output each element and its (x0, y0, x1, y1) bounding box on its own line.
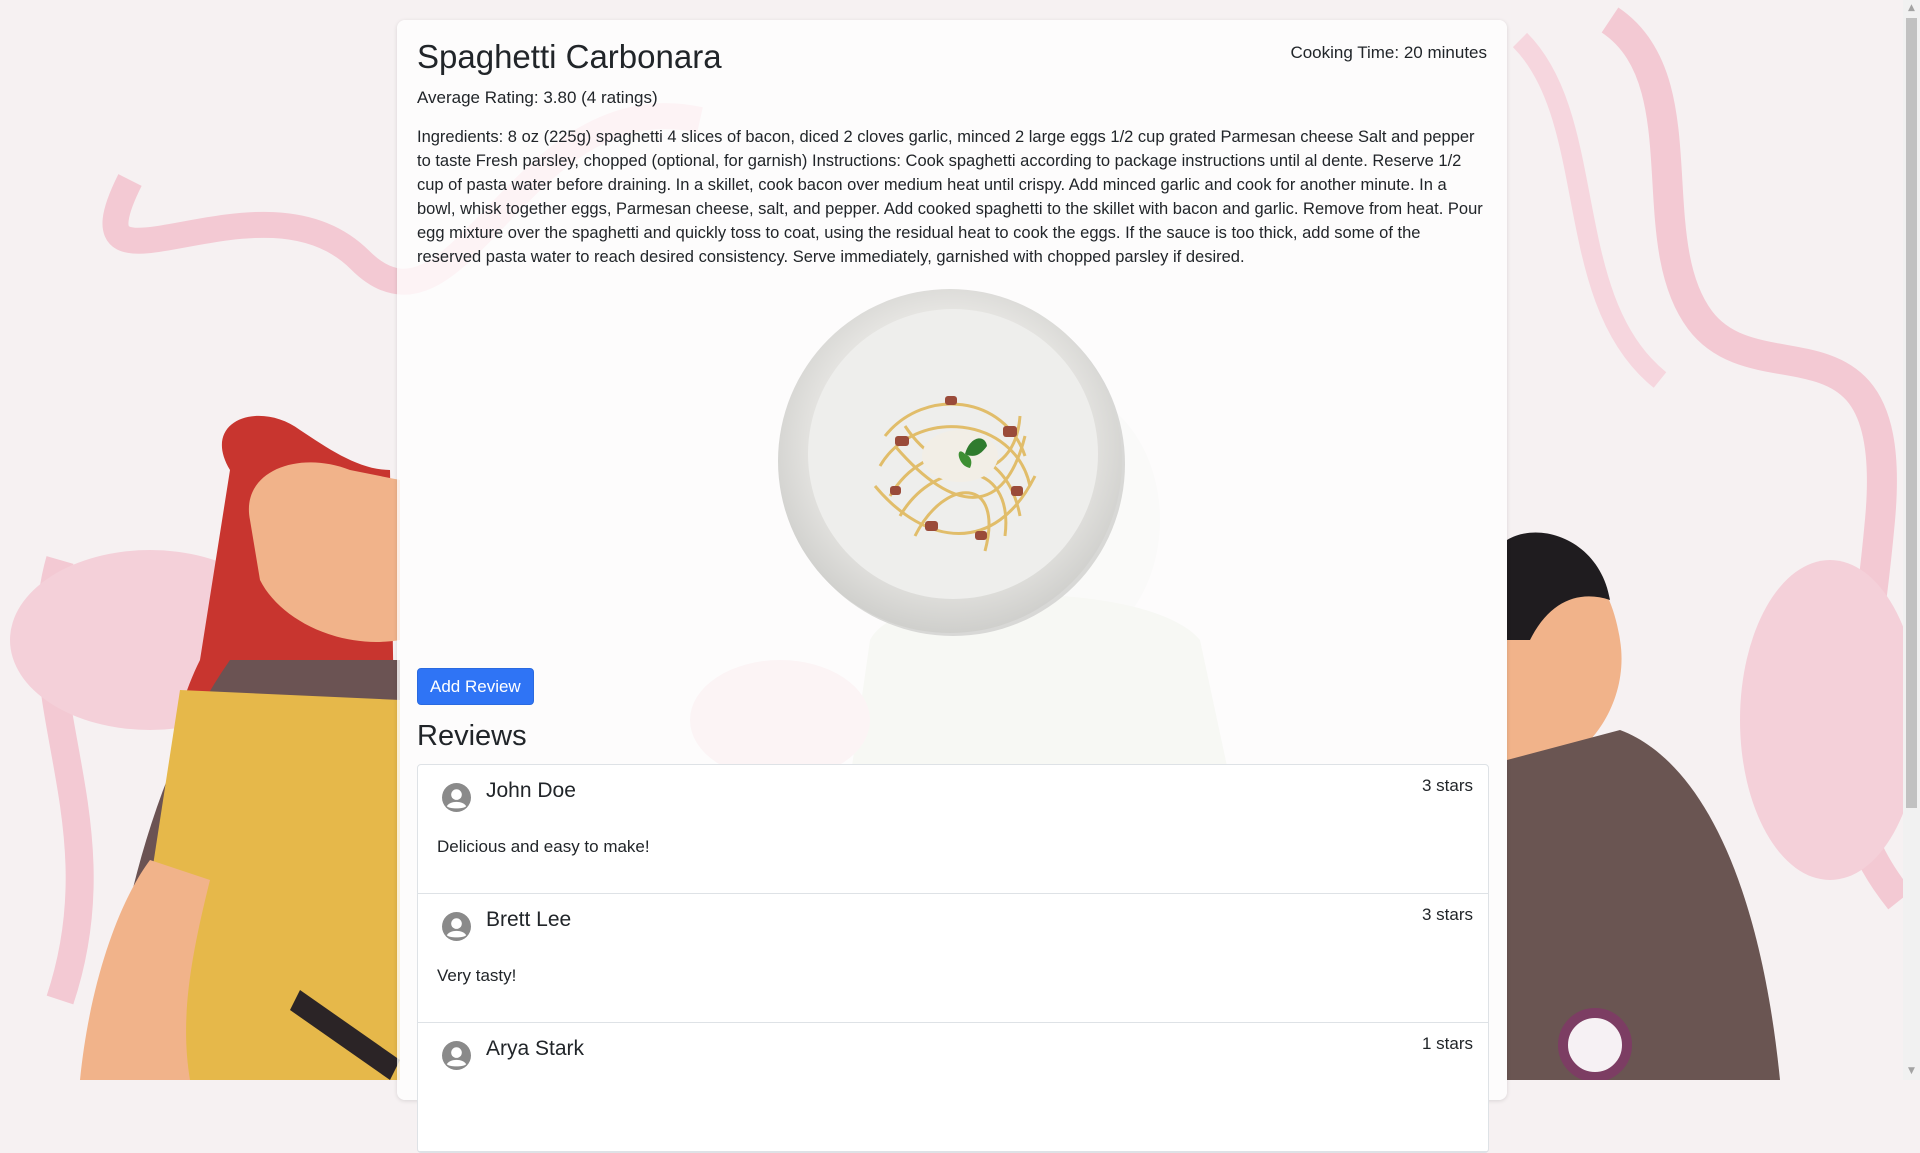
review-author: John Doe (486, 779, 576, 802)
review-item: Arya Stark 1 stars (418, 1023, 1488, 1152)
review-comment: Delicious and easy to make! (437, 837, 650, 856)
user-circle-icon (442, 783, 471, 812)
user-circle-icon (442, 1041, 471, 1070)
spaghetti-plate-image (778, 289, 1125, 636)
review-comment: Very tasty! (437, 966, 517, 985)
reviews-heading: Reviews (417, 720, 527, 752)
scrollbar-thumb[interactable] (1906, 18, 1917, 808)
cooking-time: Cooking Time: 20 minutes (1290, 43, 1487, 62)
recipe-title: Spaghetti Carbonara (417, 38, 722, 75)
review-stars: 3 stars (1421, 776, 1473, 795)
user-circle-icon (442, 912, 471, 941)
review-stars: 3 stars (1421, 905, 1473, 924)
triangle-up-icon[interactable]: ▲ (1903, 0, 1920, 17)
review-author: Arya Stark (486, 1037, 585, 1060)
recipe-description: Ingredients: 8 oz (225g) spaghetti 4 sli… (417, 128, 1483, 266)
triangle-down-icon[interactable]: ▼ (1903, 1063, 1920, 1080)
review-stars: 1 stars (1421, 1034, 1473, 1053)
review-author: Brett Lee (486, 908, 572, 931)
review-item: Brett Lee 3 stars Very tasty! (418, 894, 1488, 1023)
average-rating: Average Rating: 3.80 (4 ratings) (417, 88, 658, 107)
add-review-button[interactable]: Add Review (417, 668, 534, 705)
recipe-card: Spaghetti Carbonara Cooking Time: 20 min… (397, 20, 1507, 1153)
review-item: John Doe 3 stars Delicious and easy to m… (418, 765, 1488, 894)
page-scrollbar[interactable]: ▲ ▼ (1903, 0, 1920, 1080)
review-list: John Doe 3 stars Delicious and easy to m… (417, 764, 1489, 1153)
